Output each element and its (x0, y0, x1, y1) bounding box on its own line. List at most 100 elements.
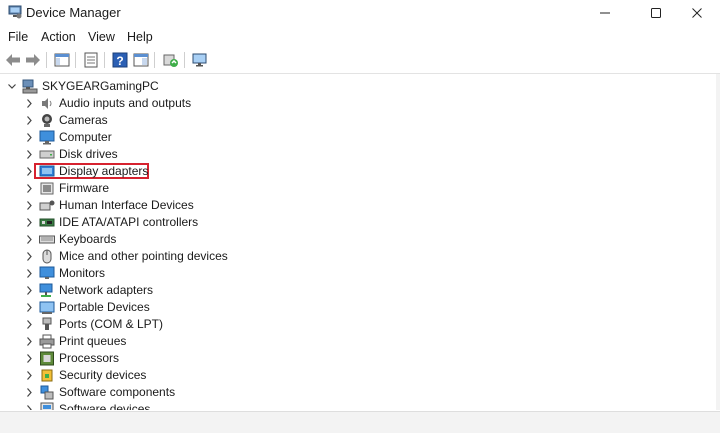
tree-item[interactable]: Network adapters (0, 282, 700, 299)
speaker-icon (42, 98, 52, 109)
close-button[interactable] (674, 0, 720, 26)
menu-file[interactable]: File (8, 30, 28, 44)
toolbar-separator (75, 52, 76, 68)
tree-item[interactable]: Disk drives (0, 146, 700, 163)
tree-item-label: Human Interface Devices (59, 198, 194, 212)
tree-item[interactable]: Keyboards (0, 231, 700, 248)
chevron-right-icon[interactable] (25, 388, 33, 397)
tree-item[interactable]: Firmware (0, 180, 700, 197)
chevron-right-icon[interactable] (25, 99, 33, 108)
display-adapter-icon (39, 165, 55, 177)
tree-item-label: Display adapters (59, 164, 149, 178)
maximize-button[interactable] (633, 0, 679, 26)
tree-item-label: Portable Devices (59, 300, 150, 314)
close-icon (692, 8, 702, 18)
tree-item-selected[interactable]: Display adapters (0, 163, 700, 180)
properties-icon[interactable] (82, 51, 100, 69)
tree-item-label: Network adapters (59, 283, 154, 297)
port-icon (42, 317, 52, 330)
disk-drive-icon (39, 150, 55, 159)
tree-item-label: Mice and other pointing devices (59, 249, 228, 263)
security-device-icon (41, 369, 53, 382)
tree-item[interactable]: Computer (0, 129, 700, 146)
window-title: Device Manager (26, 5, 121, 20)
device-tree: SKYGEARGamingPC Audio inputs and outputs… (0, 74, 716, 410)
chevron-right-icon[interactable] (25, 167, 33, 176)
toolbar-separator (184, 52, 185, 68)
tree-item[interactable]: IDE ATA/ATAPI controllers (0, 214, 700, 231)
update-driver-icon[interactable] (161, 51, 179, 69)
chevron-right-icon[interactable] (25, 116, 33, 125)
chevron-down-icon[interactable] (8, 82, 16, 91)
chevron-right-icon[interactable] (25, 354, 33, 363)
chevron-right-icon[interactable] (25, 405, 33, 410)
mouse-icon (42, 249, 52, 264)
tree-item[interactable]: Portable Devices (0, 299, 700, 316)
tree-item-label: Firmware (59, 181, 109, 195)
tree-item[interactable]: Mice and other pointing devices (0, 248, 700, 265)
tree-root-label: SKYGEARGamingPC (42, 79, 159, 93)
back-arrow-icon[interactable] (4, 51, 22, 69)
tree-item-label: Processors (59, 351, 120, 365)
svg-text:?: ? (116, 54, 123, 68)
tree-item[interactable]: Security devices (0, 367, 700, 384)
chevron-right-icon[interactable] (25, 269, 33, 278)
tree-item[interactable]: Monitors (0, 265, 700, 282)
status-bar (0, 411, 720, 433)
help-icon[interactable]: ? (111, 51, 129, 69)
action-pane-icon[interactable] (132, 51, 150, 69)
vertical-scrollbar[interactable] (716, 74, 720, 410)
maximize-icon (651, 8, 661, 18)
chevron-right-icon[interactable] (25, 150, 33, 159)
chevron-right-icon[interactable] (25, 184, 33, 193)
chevron-right-icon[interactable] (25, 337, 33, 346)
tree-item[interactable]: Cameras (0, 112, 700, 129)
tree-item-label: Software devices (59, 402, 151, 410)
chevron-right-icon[interactable] (25, 320, 33, 329)
tree-item-label: IDE ATA/ATAPI controllers (59, 215, 199, 229)
monitor-icon (39, 266, 55, 279)
tree-item[interactable]: Audio inputs and outputs (0, 95, 700, 112)
network-adapter-icon (39, 283, 53, 297)
tree-item[interactable]: Print queues (0, 333, 700, 350)
tree-root[interactable]: SKYGEARGamingPC (0, 78, 700, 95)
computer-root-icon (22, 79, 38, 94)
tree-item[interactable]: Software devices (0, 401, 700, 410)
chevron-right-icon[interactable] (25, 201, 33, 210)
show-hide-console-tree-icon[interactable] (53, 51, 71, 69)
tree-item[interactable]: Ports (COM & LPT) (0, 316, 700, 333)
chevron-right-icon[interactable] (25, 133, 33, 142)
chevron-right-icon[interactable] (25, 235, 33, 244)
chevron-right-icon[interactable] (25, 286, 33, 295)
tree-item-label: Computer (59, 130, 112, 144)
forward-arrow-icon[interactable] (24, 51, 42, 69)
minimize-button[interactable] (582, 0, 628, 26)
software-component-icon (40, 385, 54, 400)
tree-item-label: Disk drives (59, 147, 118, 161)
tree-item[interactable]: Processors (0, 350, 700, 367)
firmware-icon (40, 182, 54, 195)
menu-view[interactable]: View (88, 30, 115, 44)
tree-item[interactable]: Software components (0, 384, 700, 401)
computer-icon (39, 130, 55, 145)
tree-item[interactable]: Human Interface Devices (0, 197, 700, 214)
chevron-right-icon[interactable] (25, 218, 33, 227)
camera-icon (42, 114, 52, 127)
scan-for-hardware-changes-icon[interactable] (191, 51, 209, 69)
device-manager-app-icon (8, 5, 22, 19)
title-bar: Device Manager (0, 0, 720, 26)
toolbar-separator (46, 52, 47, 68)
menu-help[interactable]: Help (127, 30, 153, 44)
portable-device-icon (39, 301, 55, 314)
toolbar-separator (154, 52, 155, 68)
tree-item-label: Ports (COM & LPT) (59, 317, 164, 331)
chevron-right-icon[interactable] (25, 303, 33, 312)
printer-icon (39, 334, 55, 349)
hid-icon (39, 200, 55, 211)
menu-action[interactable]: Action (41, 30, 76, 44)
chevron-right-icon[interactable] (25, 252, 33, 261)
toolbar-separator (104, 52, 105, 68)
chevron-right-icon[interactable] (25, 371, 33, 380)
minimize-icon (600, 12, 610, 14)
toolbar: ? (0, 48, 720, 74)
